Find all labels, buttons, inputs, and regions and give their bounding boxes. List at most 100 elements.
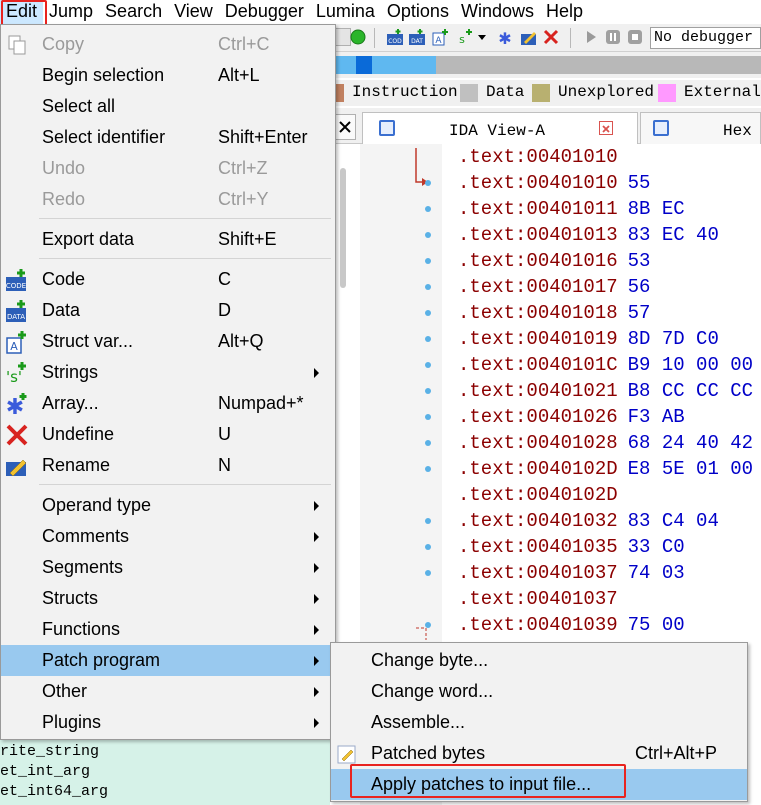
disasm-line[interactable]: .text:00401018 57 [458,300,650,326]
tab-close-icon[interactable] [599,121,613,135]
menu-jump[interactable]: Jump [43,0,99,24]
struct-var-icon[interactable]: A [432,28,450,46]
green-circle-icon[interactable] [349,28,367,46]
disasm-line[interactable]: .text:0040102D [458,482,628,508]
breakpoint-dot[interactable] [425,284,431,290]
menu-item-operand-type[interactable]: Operand type [1,490,335,521]
menu-windows[interactable]: Windows [455,0,540,24]
breakpoint-dot[interactable] [425,518,431,524]
menu-item-strings[interactable]: 's' Strings [1,357,335,388]
menu-lumina[interactable]: Lumina [310,0,381,24]
function-item[interactable]: et_int_arg [0,762,90,782]
disasm-line[interactable]: .text:00401017 56 [458,274,650,300]
code-icon[interactable]: COD [386,28,404,46]
menu-item-segments[interactable]: Segments [1,552,335,583]
function-item[interactable]: rite_string [0,742,99,762]
menu-item-data[interactable]: DATA Data D [1,295,335,326]
debugger-select[interactable]: No debugger [650,27,761,49]
menu-item-undefine[interactable]: Undefine U [1,419,335,450]
menu-item-apply-patches[interactable]: Apply patches to input file... [331,769,747,800]
breakpoint-dot[interactable] [425,232,431,238]
menu-item-change-byte[interactable]: Change byte... [331,645,747,676]
disasm-line[interactable]: .text:00401026 F3 AB [458,404,685,430]
menu-view[interactable]: View [168,0,219,24]
breakpoint-dot[interactable] [425,310,431,316]
legend-swatch-unexplored [532,84,550,102]
disasm-line[interactable]: .text:0040102D E8 5E 01 00 [458,456,753,482]
disasm-line[interactable]: .text:00401021 B8 CC CC CC [458,378,753,404]
disasm-line[interactable]: .text:00401035 33 C0 [458,534,685,560]
disasm-line[interactable]: .text:00401037 74 03 [458,560,685,586]
menu-item-functions[interactable]: Functions [1,614,335,645]
breakpoint-dot[interactable] [425,414,431,420]
menu-item-plugins[interactable]: Plugins [1,707,335,738]
array-icon[interactable]: ✱ [496,28,514,48]
dropdown-arrow-icon[interactable] [476,28,488,46]
breakpoint-dot[interactable] [425,336,431,342]
breakpoint-dot[interactable] [425,258,431,264]
menu-item-structs[interactable]: Structs [1,583,335,614]
undefine-icon[interactable] [542,28,560,46]
disasm-line[interactable]: .text:00401016 53 [458,248,650,274]
data-icon[interactable]: DAT [408,28,426,46]
disasm-line[interactable]: .text:0040101C B9 10 00 00 [458,352,753,378]
breakpoint-dot[interactable] [425,570,431,576]
menu-item-patch-program[interactable]: Patch program [1,645,335,676]
breakpoint-dot[interactable] [425,622,431,628]
tab-hex-view[interactable]: Hex V [640,112,761,144]
disasm-line[interactable]: .text:00401011 8B EC [458,196,685,222]
run-icon[interactable] [582,28,600,46]
menu-options[interactable]: Options [381,0,455,24]
menu-help[interactable]: Help [540,0,589,24]
menu-item-code[interactable]: CODE Code C [1,264,335,295]
breakpoint-dot[interactable] [425,362,431,368]
menu-debugger[interactable]: Debugger [219,0,310,24]
menu-item-struct-var[interactable]: A Struct var... Alt+Q [1,326,335,357]
edit-dropdown-menu: Copy Ctrl+C Begin selection Alt+L Select… [0,24,336,740]
menu-item-rename[interactable]: Rename N [1,450,335,481]
disasm-bytes: 68 24 40 42 [627,432,754,454]
menu-edit[interactable]: Edit [0,0,44,24]
disasm-line[interactable]: .text:00401028 68 24 40 42 [458,430,753,456]
menu-item-export-data[interactable]: Export data Shift+E [1,224,335,255]
disasm-line[interactable]: .text:00401010 [458,144,628,170]
menu-item-comments[interactable]: Comments [1,521,335,552]
toolbar-separator [570,28,571,48]
stop-icon[interactable] [626,28,644,46]
menu-item-shortcut: D [218,300,231,320]
disasm-line[interactable]: .text:00401013 83 EC 40 [458,222,719,248]
strings-icon[interactable]: s [456,28,474,46]
menu-item-copy[interactable]: Copy Ctrl+C [1,29,335,60]
menu-item-select-identifier[interactable]: Select identifier Shift+Enter [1,122,335,153]
menu-scrollbar[interactable] [340,168,346,288]
menu-item-select-all[interactable]: Select all [1,91,335,122]
close-panel-button[interactable] [334,114,356,140]
rename-icon[interactable] [520,28,538,46]
menu-item-change-word[interactable]: Change word... [331,676,747,707]
breakpoint-dot[interactable] [425,544,431,550]
breakpoint-dot[interactable] [425,466,431,472]
pause-icon[interactable] [604,28,622,46]
disasm-line[interactable]: .text:00401039 75 00 [458,612,685,638]
menu-item-begin-selection[interactable]: Begin selection Alt+L [1,60,335,91]
disasm-address: .text:00401032 [458,510,618,532]
breakpoint-dot[interactable] [425,180,431,186]
disasm-line[interactable]: .text:00401010 55 [458,170,650,196]
menu-item-patched-bytes[interactable]: Patched bytes Ctrl+Alt+P [331,738,747,769]
menu-item-assemble[interactable]: Assemble... [331,707,747,738]
menu-item-label: Change word... [371,681,494,701]
breakpoint-dot[interactable] [425,440,431,446]
breakpoint-dot[interactable] [425,206,431,212]
svg-text:✱: ✱ [6,395,24,416]
menu-item-redo[interactable]: Redo Ctrl+Y [1,184,335,215]
menu-item-undo[interactable]: Undo Ctrl+Z [1,153,335,184]
function-item[interactable]: et_int64_arg [0,782,108,802]
disasm-line[interactable]: .text:00401032 83 C4 04 [458,508,719,534]
menu-item-other[interactable]: Other [1,676,335,707]
disasm-line[interactable]: .text:00401019 8D 7D C0 [458,326,719,352]
menu-item-array[interactable]: ✱ Array... Numpad+* [1,388,335,420]
breakpoint-dot[interactable] [425,388,431,394]
disasm-line[interactable]: .text:00401037 [458,586,628,612]
menu-search[interactable]: Search [99,0,168,24]
tab-ida-view-a[interactable]: IDA View-A [362,112,638,144]
